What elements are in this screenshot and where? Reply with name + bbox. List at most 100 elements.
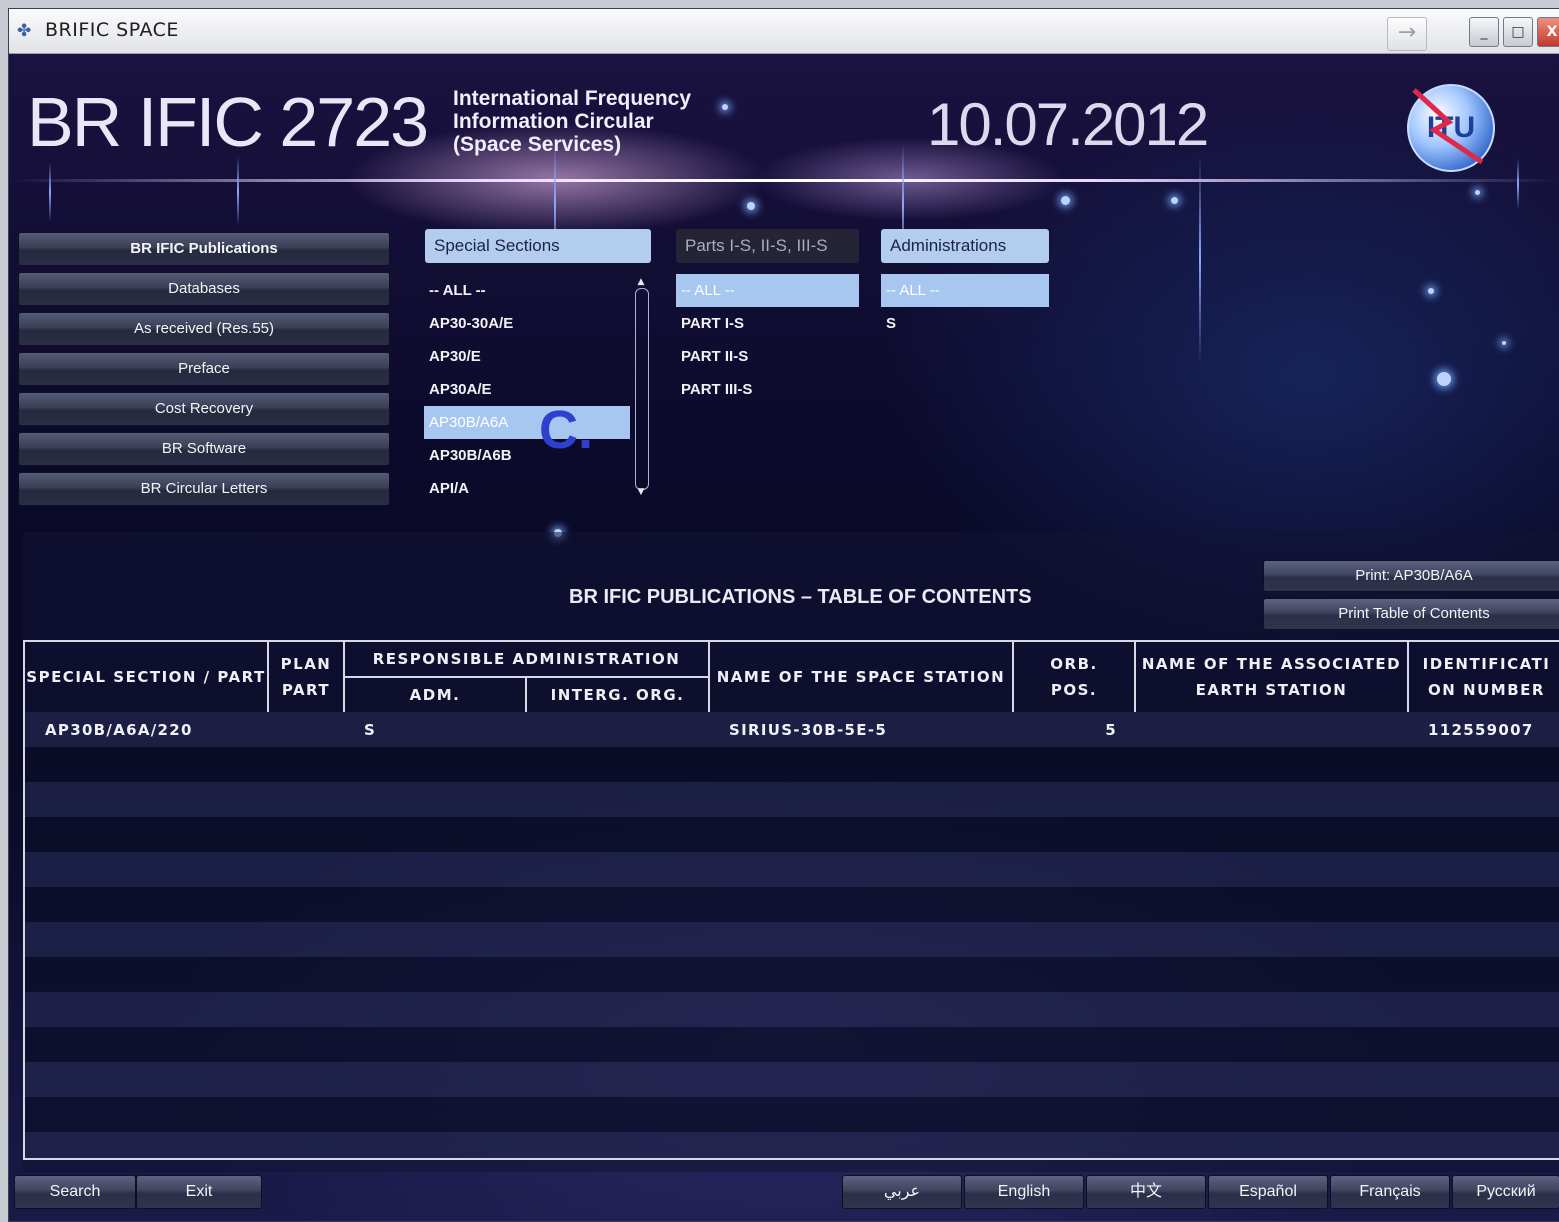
list-item[interactable]: PART III-S: [676, 373, 859, 406]
cell-earth-station: [1135, 712, 1408, 747]
special-sections-header[interactable]: Special Sections: [425, 229, 651, 263]
list-item-selected[interactable]: -- ALL --: [676, 274, 859, 307]
list-item[interactable]: AP30B/A6B: [424, 439, 630, 472]
table-row-empty: [25, 782, 1559, 817]
language-spanish-button[interactable]: Español: [1208, 1175, 1328, 1209]
subtitle-line: International Frequency: [453, 87, 692, 110]
window-title: BRIFIC SPACE: [45, 19, 179, 41]
toc-table: SPECIAL SECTION / PART PLAN PART RESPONSI…: [23, 640, 1559, 1160]
parts-header[interactable]: Parts I-S, II-S, III-S: [676, 229, 859, 263]
language-french-button[interactable]: Français: [1330, 1175, 1450, 1209]
app-window: ✤ BRIFIC SPACE → _ □ X BR IFIC 2723 Inte…: [8, 8, 1559, 1222]
table-row-empty: [25, 1027, 1559, 1062]
col-responsible-administration: RESPONSIBLE ADMINISTRATION: [344, 642, 710, 677]
ific-title: BR IFIC 2723: [27, 83, 429, 161]
nav-br-circular-letters[interactable]: BR Circular Letters: [18, 472, 390, 506]
toc-title: BR IFIC PUBLICATIONS – TABLE OF CONTENTS: [569, 586, 1032, 608]
nav-br-software[interactable]: BR Software: [18, 432, 390, 466]
minimize-button[interactable]: _: [1469, 17, 1499, 47]
table-row-empty: [25, 1062, 1559, 1097]
light-streak: [237, 156, 239, 226]
header-line: NAME OF THE ASSOCIATED: [1141, 655, 1402, 673]
table-row-empty: [25, 922, 1559, 957]
cell-section: AP30B/A6A/220: [25, 712, 268, 747]
cell-id: 112559007: [1408, 712, 1559, 747]
exit-button[interactable]: Exit: [136, 1175, 262, 1209]
header-light-line: [9, 179, 1559, 182]
list-item[interactable]: API/A: [424, 472, 630, 505]
list-item[interactable]: S: [881, 307, 1049, 340]
title-bar: ✤ BRIFIC SPACE → _ □ X: [9, 9, 1559, 54]
list-item[interactable]: PART I-S: [676, 307, 859, 340]
star: [1428, 288, 1434, 294]
maximize-button[interactable]: □: [1503, 17, 1533, 47]
subtitle-line: Information Circular: [453, 110, 654, 133]
col-orb-pos: ORB. POS.: [1013, 642, 1136, 712]
star: [1475, 190, 1480, 195]
main-area: BR IFIC 2723 International Frequency Inf…: [9, 54, 1559, 1221]
light-streak: [49, 162, 51, 222]
ific-subtitle: International Frequency Information Circ…: [453, 87, 691, 156]
col-adm: ADM.: [344, 676, 527, 712]
star: [747, 202, 755, 210]
table-row-empty: [25, 747, 1559, 782]
nav-as-received[interactable]: As received (Res.55): [18, 312, 390, 346]
print-toc-button[interactable]: Print Table of Contents: [1263, 598, 1559, 630]
special-sections-list: -- ALL -- AP30-30A/E AP30/E AP30A/E AP30…: [424, 274, 630, 505]
table-row-empty: [25, 992, 1559, 1027]
language-russian-button[interactable]: Русский: [1452, 1175, 1559, 1209]
lightning-bolt-icon: [1412, 88, 1484, 165]
nav-cost-recovery[interactable]: Cost Recovery: [18, 392, 390, 426]
table-row-empty: [25, 957, 1559, 992]
list-item[interactable]: AP30A/E: [424, 373, 630, 406]
col-plan-part: PLAN PART: [268, 642, 345, 712]
search-button[interactable]: Search: [14, 1175, 136, 1209]
list-item-selected[interactable]: AP30B/A6A: [424, 406, 630, 439]
parts-list: -- ALL -- PART I-S PART II-S PART III-S: [676, 274, 859, 406]
special-sections-scrollbar[interactable]: ▲ ▼: [633, 276, 649, 498]
table-row-empty: [25, 852, 1559, 887]
ific-date: 10.07.2012: [927, 91, 1209, 158]
list-item[interactable]: PART II-S: [676, 340, 859, 373]
language-arabic-button[interactable]: عربي: [842, 1175, 962, 1209]
nav-databases[interactable]: Databases: [18, 272, 390, 306]
cell-adm: S: [344, 712, 526, 747]
administrations-list: -- ALL -- S: [881, 274, 1049, 340]
star: [1061, 196, 1070, 205]
table-row-empty: [25, 817, 1559, 852]
header-line: ORB.: [1050, 655, 1098, 673]
close-button[interactable]: X: [1537, 17, 1559, 47]
col-identification-number: IDENTIFICATI ON NUMBER: [1408, 642, 1559, 712]
subtitle-line: (Space Services): [453, 133, 622, 156]
col-earth-station: NAME OF THE ASSOCIATED EARTH STATION: [1135, 642, 1409, 712]
list-item[interactable]: AP30/E: [424, 340, 630, 373]
star: [1171, 197, 1178, 204]
cell-orb-pos: 5: [1013, 712, 1135, 747]
scroll-up-icon[interactable]: ▲: [633, 276, 649, 288]
list-item[interactable]: -- ALL --: [424, 274, 630, 307]
language-chinese-button[interactable]: 中文: [1086, 1175, 1206, 1209]
header-line: IDENTIFICATI: [1422, 655, 1551, 673]
scrollbar-track[interactable]: [635, 288, 649, 490]
list-item[interactable]: AP30-30A/E: [424, 307, 630, 340]
table-row[interactable]: AP30B/A6A/220 S SIRIUS-30B-5E-5 5 112559…: [25, 712, 1559, 747]
administrations-header[interactable]: Administrations: [881, 229, 1049, 263]
table-row-empty: [25, 1097, 1559, 1132]
light-streak: [1517, 159, 1519, 209]
scroll-down-icon[interactable]: ▼: [633, 486, 649, 498]
language-english-button[interactable]: English: [964, 1175, 1084, 1209]
list-item-selected[interactable]: -- ALL --: [881, 274, 1049, 307]
nav-preface[interactable]: Preface: [18, 352, 390, 386]
star: [722, 104, 728, 110]
forward-arrow-button[interactable]: →: [1387, 17, 1427, 51]
header-line: ON NUMBER: [1428, 681, 1545, 699]
star: [1437, 372, 1451, 386]
table-row-empty: [25, 1132, 1559, 1158]
cell-station: SIRIUS-30B-5E-5: [709, 712, 1013, 747]
col-special-section: SPECIAL SECTION / PART: [25, 642, 269, 712]
header-line: POS.: [1050, 681, 1098, 699]
annotation-label: C.: [539, 400, 593, 460]
print-selected-button[interactable]: Print: AP30B/A6A: [1263, 560, 1559, 592]
nav-br-ific-publications[interactable]: BR IFIC Publications: [18, 232, 390, 266]
col-space-station: NAME OF THE SPACE STATION: [709, 642, 1014, 712]
